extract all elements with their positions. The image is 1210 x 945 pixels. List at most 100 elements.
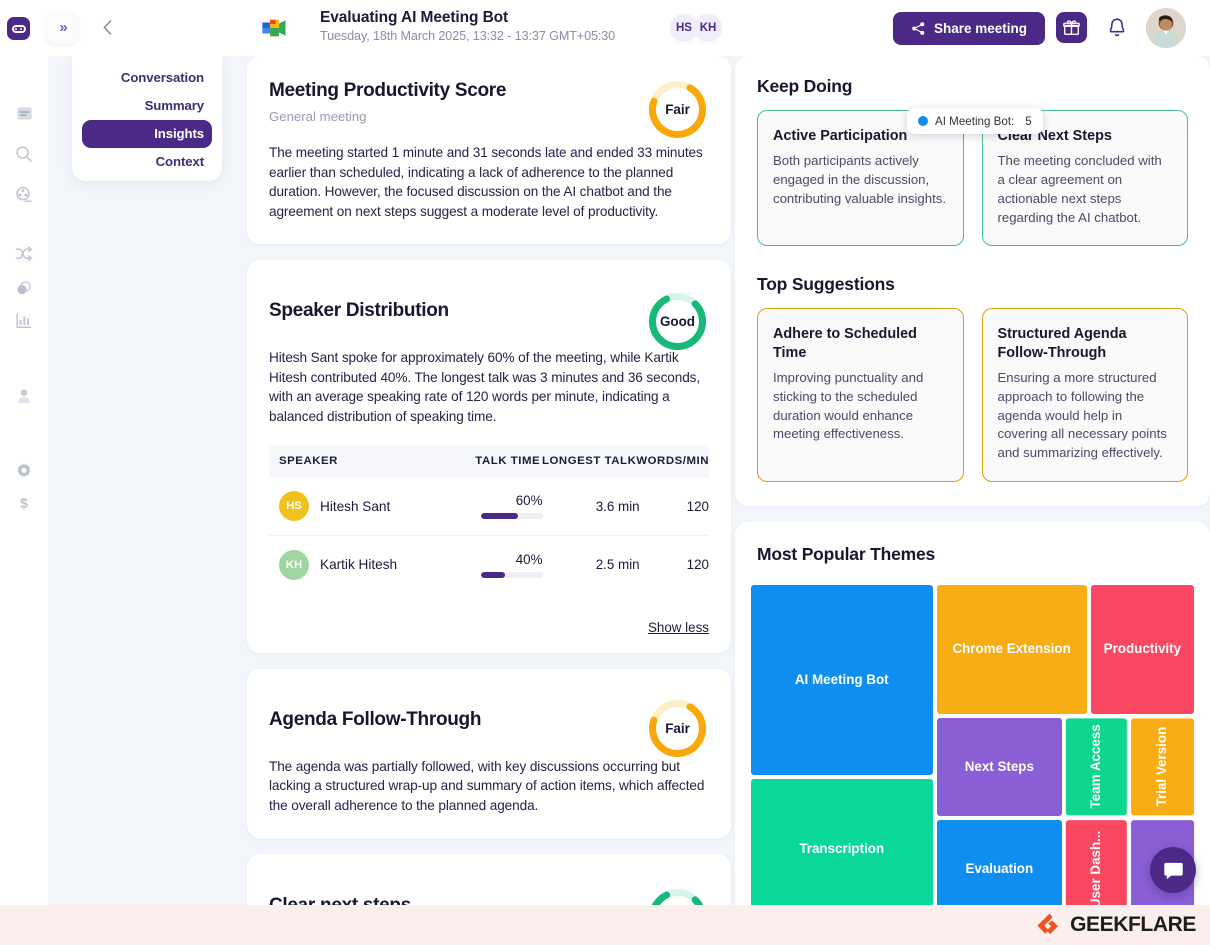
gear-icon[interactable] [12,459,36,483]
treemap-tile[interactable]: Team Access [1064,716,1129,818]
logo-face-glyph [11,24,26,33]
notifications-button[interactable] [1103,13,1131,41]
meeting-datetime: Tuesday, 18th March 2025, 13:32 - 13:37 … [320,29,616,43]
item-body: Ensuring a more structured approach to f… [997,370,1167,461]
share-icon [912,22,925,35]
nav-item-conversation[interactable]: Conversation [82,64,212,92]
nav-item-context[interactable]: Context [82,148,212,176]
column-header-words-per-min: WORDS/MIN [636,455,709,468]
back-button[interactable] [95,14,119,40]
gauge-rating-label: Fair [665,720,690,736]
words-per-min-cell: 120 [686,498,709,514]
insights-left-column: Meeting Productivity Score General meeti… [247,56,731,945]
item-body: The meeting concluded with a clear agree… [997,153,1162,225]
share-meeting-button[interactable]: Share meeting [893,12,1045,45]
words-per-min-cell: 120 [686,557,709,573]
talk-time-bar [480,513,543,520]
treemap-tile[interactable]: Chrome Extension [934,582,1089,717]
top-suggestions-list: Adhere to Scheduled Time Improving punct… [757,308,1188,482]
item-title: Structured Agenda Follow-Through [997,326,1127,361]
top-suggestions-title: Top Suggestions [757,274,895,295]
gift-icon [1063,20,1080,35]
item-title: Adhere to Scheduled Time [773,326,917,361]
icon-rail: $ [0,56,48,945]
app-logo-icon[interactable] [7,17,30,40]
speaker-cell: HS Hitesh Sant [269,491,455,522]
search-icon[interactable] [12,142,36,166]
top-bar: » Evaluating AI Meeting Bot Tuesday, 18t… [0,0,1210,56]
show-less-toggle[interactable]: Show less [269,620,709,635]
svg-text:$: $ [20,495,28,511]
footer-brand-name: GEEKFLARE [1070,913,1196,936]
column-header-longest-talk: LONGEST TALK [542,455,637,468]
treemap-tile[interactable]: Transcription [749,777,935,921]
footer-bar: GEEKFLARE [0,905,1210,945]
treemap-tooltip: AI Meeting Bot: 5 [907,108,1043,134]
table-row: HS Hitesh Sant 60% 3.6 min 120 [269,478,709,536]
tooltip-value: 5 [1025,114,1032,128]
treemap-tile[interactable]: Next Steps [934,716,1065,818]
suggestion-item[interactable]: Structured Agenda Follow-Through Ensurin… [981,308,1188,482]
talk-time-cell: 60% [455,493,543,520]
expand-sidebar-button[interactable]: » [46,11,79,44]
talk-time-percent: 60% [515,493,543,509]
keep-doing-title: Keep Doing [757,76,853,96]
card-title: Speaker Distribution [269,299,449,321]
productivity-gauge: Fair [646,78,709,141]
card-body-text: Hitesh Sant spoke for approximately 60% … [269,349,701,424]
user-avatar[interactable] [1146,8,1186,48]
speaker-distribution-card: Speaker Distribution Good Hitesh Sant sp… [247,259,731,653]
google-meet-icon [262,19,286,37]
card-title: Agenda Follow-Through [269,708,482,730]
insights-right-column: Keep Doing Active Participation Both par… [735,56,1210,945]
person-icon[interactable] [12,384,36,408]
card-body-text: The agenda was partially followed, with … [269,758,705,814]
most-popular-themes-panel: Most Popular Themes AI Meeting Bot Chrome… [735,108,1210,931]
card-subtitle: General meeting [269,109,367,124]
speaker-cell: KH Kartik Hitesh [269,549,455,580]
column-header-talk-time: TALK TIME [475,455,541,468]
geekflare-logo-icon [1037,913,1059,935]
card-title: Meeting Productivity Score [269,80,507,101]
shuffle-icon[interactable] [12,242,36,266]
talk-time-bar-fill [480,571,506,578]
media-reel-icon[interactable] [12,183,36,207]
chevron-left-icon [102,19,111,35]
chevron-double-right-icon: » [59,19,67,36]
avatar: HS [279,491,309,522]
bell-icon [1109,17,1125,36]
treemap-tile[interactable]: AI Meeting Bot [749,582,935,778]
speaker-gauge: Good [646,290,709,353]
gauge-rating-label: Fair [665,102,690,117]
participant-avatars: HS KH [670,14,722,42]
table-header-row: SPEAKER TALK TIME LONGEST TALK WORDS/MIN [269,444,709,478]
item-body: Both participants actively engaged in th… [773,153,947,206]
themes-treemap: AI Meeting Bot Chrome Extension Productivi… [749,582,1196,921]
item-body: Improving punctuality and sticking to th… [773,370,924,442]
avatar: KH [279,549,309,580]
rewards-gift-button[interactable] [1056,12,1087,43]
eclipse-icon[interactable] [12,277,36,301]
nav-item-summary[interactable]: Summary [82,92,212,120]
gauge-rating-label: Good [660,313,695,329]
bar-chart-icon[interactable] [12,309,36,333]
user-photo-icon [1146,8,1186,48]
treemap-tile[interactable]: Trial Version [1128,716,1196,818]
tooltip-color-dot [918,116,928,126]
speaker-table: SPEAKER TALK TIME LONGEST TALK WORDS/MIN… [269,444,709,594]
chat-support-button[interactable] [1150,847,1196,893]
page-title: Evaluating AI Meeting Bot [320,9,509,26]
dollar-icon[interactable]: $ [12,491,36,515]
content-canvas: Conversation Summary Insights Context Me… [48,56,1210,945]
notes-icon[interactable] [12,101,36,125]
longest-talk-cell: 2.5 min [595,557,640,573]
speaker-name: Hitesh Sant [320,498,391,514]
themes-title: Most Popular Themes [757,543,936,564]
suggestion-item[interactable]: Adhere to Scheduled Time Improving punct… [757,308,964,482]
nav-item-insights[interactable]: Insights [82,120,212,148]
table-row: KH Kartik Hitesh 40% 2.5 min 120 [269,536,709,594]
tooltip-label: AI Meeting Bot: [935,114,1015,128]
treemap-tile[interactable]: Productivity [1088,582,1196,717]
avatar[interactable]: KH [694,14,722,42]
talk-time-cell: 40% [455,552,543,578]
